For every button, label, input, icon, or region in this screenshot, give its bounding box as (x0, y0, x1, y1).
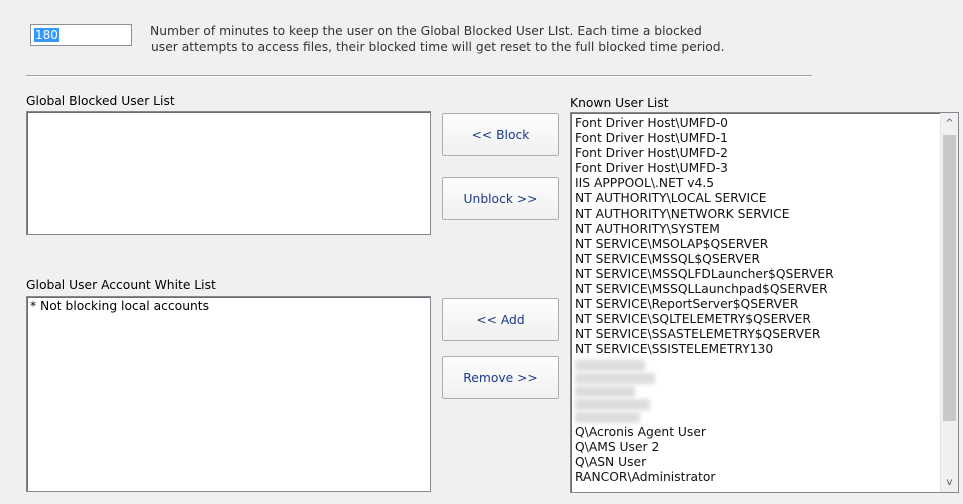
redacted-list-item[interactable] (575, 385, 635, 397)
redacted-list-item[interactable] (575, 372, 655, 384)
known-list-scrollbar[interactable]: ^ v (940, 113, 958, 492)
minutes-value: 180 (34, 28, 59, 42)
known-user-items: Font Driver Host\UMFD-0 Font Driver Host… (575, 116, 940, 485)
remove-button[interactable]: Remove >> (442, 356, 559, 399)
blocked-user-listbox[interactable] (26, 111, 431, 235)
list-item[interactable]: NT SERVICE\MSSQLFDLauncher$QSERVER (575, 267, 940, 282)
scroll-down-icon[interactable]: v (941, 474, 958, 492)
add-button[interactable]: << Add (442, 298, 559, 341)
unblock-button[interactable]: Unblock >> (442, 177, 559, 220)
list-item[interactable]: NT AUTHORITY\SYSTEM (575, 222, 940, 237)
list-item[interactable]: Font Driver Host\UMFD-1 (575, 131, 940, 146)
white-list-label: Global User Account White List (26, 278, 216, 292)
list-item[interactable]: NT SERVICE\MSSQLLaunchpad$QSERVER (575, 282, 940, 297)
description-line-2: user attempts to access files, their blo… (151, 40, 725, 54)
known-list-label: Known User List (570, 96, 669, 110)
list-item[interactable]: NT SERVICE\ReportServer$QSERVER (575, 297, 940, 312)
list-item[interactable]: Font Driver Host\UMFD-0 (575, 116, 940, 131)
blocked-minutes-input[interactable]: 180 (30, 24, 132, 46)
description-line-1: Number of minutes to keep the user on th… (150, 24, 702, 38)
list-item[interactable]: Q\Acronis Agent User (575, 425, 940, 440)
section-divider (26, 75, 812, 77)
list-item[interactable]: Q\ASN User (575, 455, 940, 470)
white-list-listbox[interactable]: * Not blocking local accounts (26, 296, 431, 492)
list-item[interactable]: Font Driver Host\UMFD-2 (575, 146, 940, 161)
redacted-list-item[interactable] (575, 398, 650, 410)
scroll-thumb[interactable] (943, 135, 956, 421)
minutes-description: Number of minutes to keep the user on th… (150, 23, 870, 55)
redacted-list-item[interactable] (575, 411, 640, 423)
blocked-list-label: Global Blocked User List (26, 94, 175, 108)
block-button[interactable]: << Block (442, 113, 559, 156)
list-item[interactable]: NT SERVICE\MSSQL$QSERVER (575, 252, 940, 267)
list-item[interactable]: Q\AMS User 2 (575, 440, 940, 455)
list-item[interactable]: NT SERVICE\SQLTELEMETRY$QSERVER (575, 312, 940, 327)
list-item[interactable]: RANCOR\Administrator (575, 470, 940, 485)
list-item[interactable]: Font Driver Host\UMFD-3 (575, 161, 940, 176)
known-user-listbox[interactable]: Font Driver Host\UMFD-0 Font Driver Host… (570, 112, 959, 493)
list-item[interactable]: NT SERVICE\MSOLAP$QSERVER (575, 237, 940, 252)
list-item[interactable]: NT SERVICE\SSISTELEMETRY130 (575, 342, 940, 357)
redacted-list-item[interactable] (575, 359, 645, 371)
list-item[interactable]: * Not blocking local accounts (30, 299, 209, 313)
scroll-up-icon[interactable]: ^ (941, 115, 958, 133)
list-item[interactable]: NT AUTHORITY\LOCAL SERVICE (575, 191, 940, 206)
list-item[interactable]: NT SERVICE\SSASTELEMETRY$QSERVER (575, 327, 940, 342)
list-item[interactable]: NT AUTHORITY\NETWORK SERVICE (575, 207, 940, 222)
list-item[interactable]: IIS APPPOOL\.NET v4.5 (575, 176, 940, 191)
